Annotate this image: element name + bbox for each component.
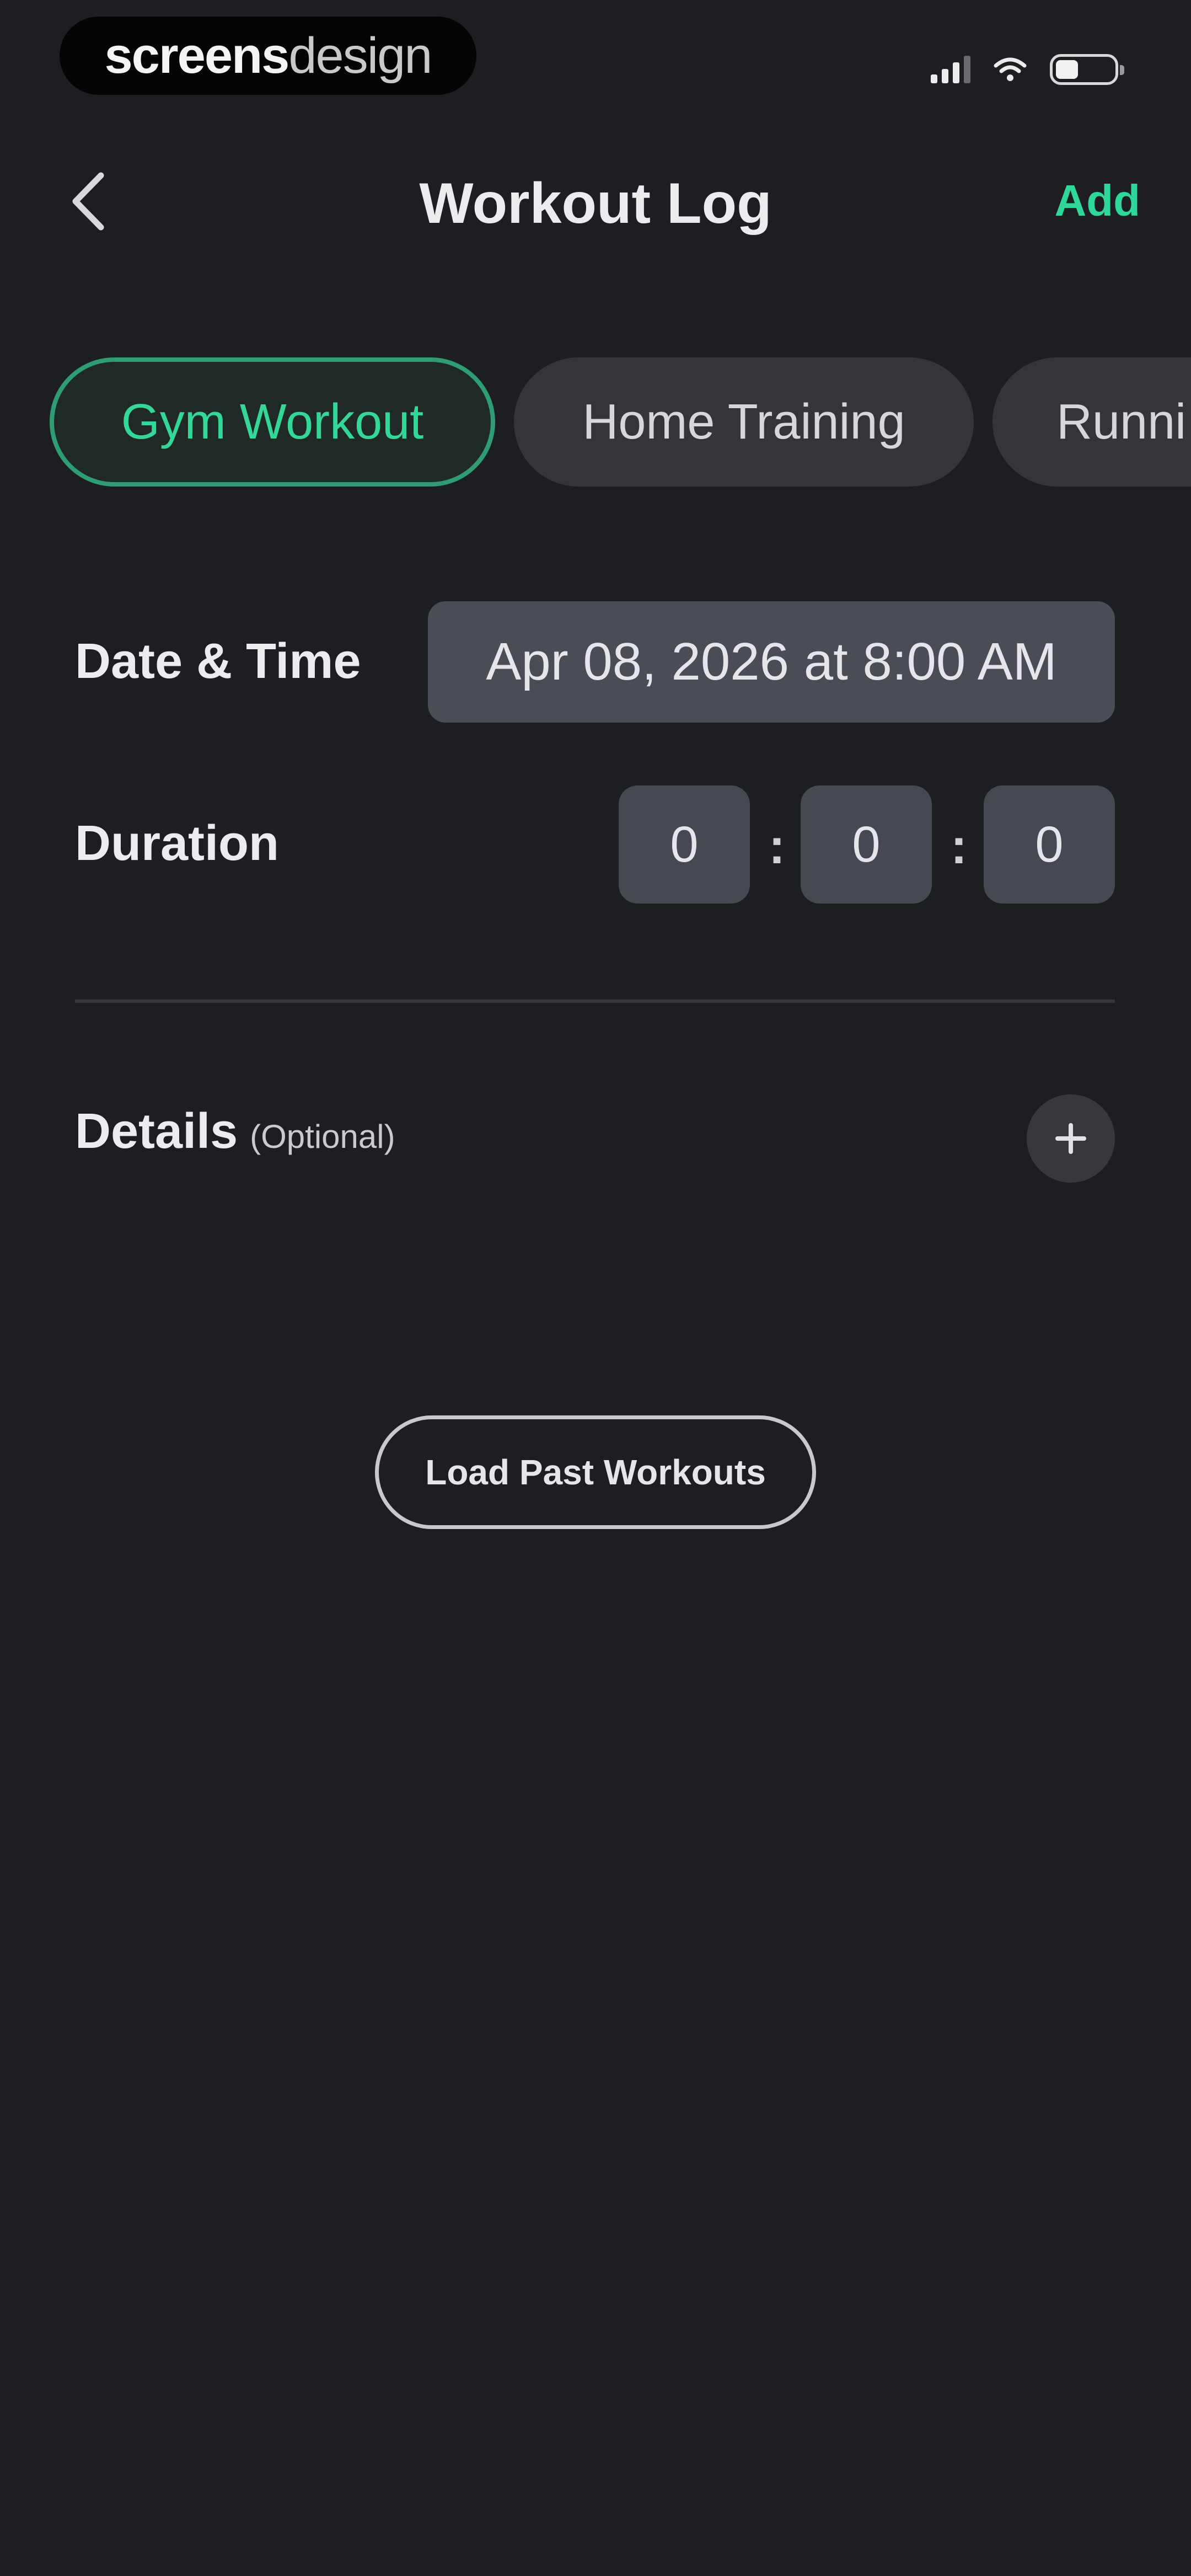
details-label: Details [75,1104,238,1159]
duration-separator: : [951,819,967,874]
section-divider [75,1000,1115,1003]
workout-type-tabs: Gym Workout Home Training Runni [50,357,1191,490]
plus-icon [1055,1123,1086,1154]
add-details-button[interactable] [1027,1094,1115,1183]
wifi-icon [994,57,1027,82]
add-button[interactable]: Add [1054,175,1140,226]
cellular-signal-icon [931,56,970,83]
tab-home-training[interactable]: Home Training [514,357,974,487]
tab-gym-workout[interactable]: Gym Workout [50,357,495,487]
duration-label: Duration [75,816,279,871]
page-title: Workout Log [419,172,772,236]
details-header: Details (Optional) [75,1103,395,1160]
brand-watermark: screens design [60,17,476,95]
datetime-label: Date & Time [75,634,361,689]
battery-icon [1050,54,1124,85]
nav-bar: Workout Log Add [0,132,1191,270]
brand-bold-text: screens [104,27,290,84]
tab-running[interactable]: Runni [993,357,1191,487]
duration-minutes-field[interactable]: 0 [801,785,932,904]
chevron-left-icon [72,172,104,231]
status-icons [931,49,1124,90]
back-button[interactable] [55,165,121,237]
duration-separator: : [769,819,785,874]
load-past-workouts-button[interactable]: Load Past Workouts [375,1415,816,1529]
duration-seconds-field[interactable]: 0 [984,785,1115,904]
brand-light-text: design [288,27,432,84]
datetime-picker[interactable]: Apr 08, 2026 at 8:00 AM [428,601,1115,723]
status-bar: screens design [0,0,1191,110]
duration-hours-field[interactable]: 0 [619,785,750,904]
details-optional-label: (Optional) [250,1118,395,1155]
